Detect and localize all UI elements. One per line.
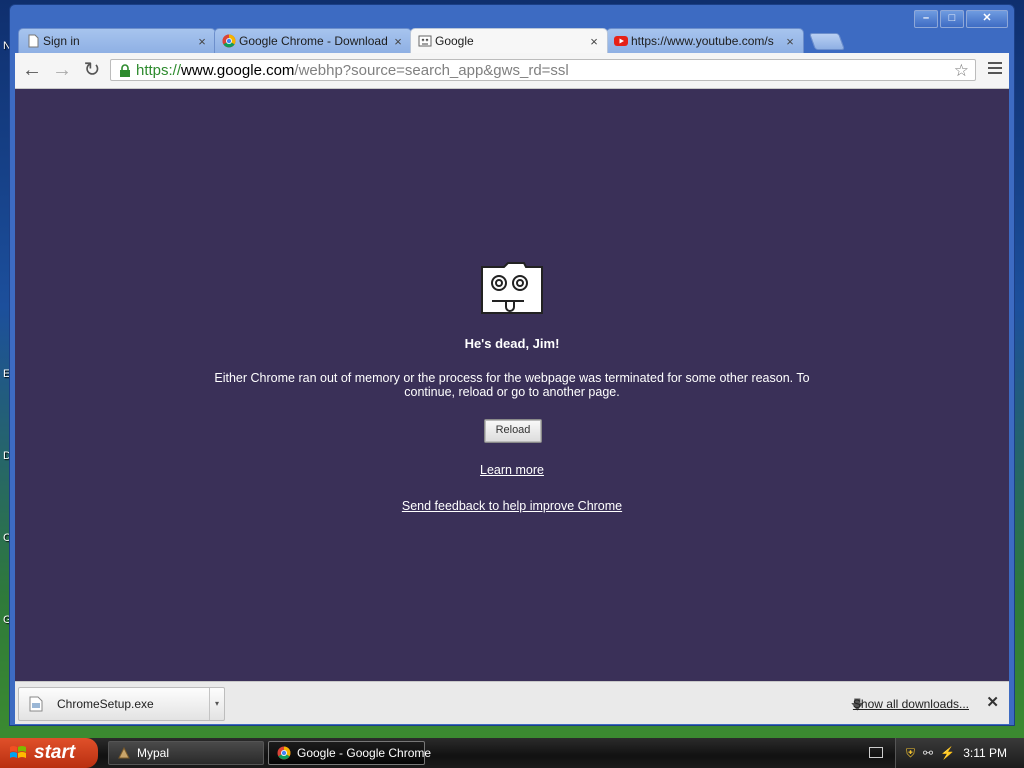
security-shield-icon[interactable]: ⛨ xyxy=(906,746,915,761)
start-label: start xyxy=(34,742,76,763)
tab-title: Google Chrome - Download t xyxy=(239,34,391,48)
tab-close-icon[interactable]: × xyxy=(195,34,209,49)
page-icon xyxy=(28,34,39,48)
download-menu-chevron-icon[interactable]: ▾ xyxy=(209,688,224,720)
chrome-menu-icon[interactable] xyxy=(988,62,1002,77)
sad-page-icon xyxy=(418,35,432,47)
taskbar: start Mypal Google - Google Chrome ⛨ ⚯ ⚡… xyxy=(0,738,1024,768)
taskbar-item-label: Google - Google Chrome xyxy=(297,746,432,760)
reload-button[interactable]: Reload xyxy=(484,419,542,443)
back-button[interactable]: ← xyxy=(20,59,44,81)
download-file-name: ChromeSetup.exe xyxy=(57,697,154,711)
keyboard-icon[interactable] xyxy=(869,747,883,758)
chrome-window: – □ ✕ Sign in × Google Chrome - Download… xyxy=(9,4,1015,726)
crash-page: He's dead, Jim! Either Chrome ran out of… xyxy=(15,89,1009,681)
start-button[interactable]: start xyxy=(0,738,98,768)
tab-close-icon[interactable]: × xyxy=(783,34,797,49)
maximize-button[interactable]: □ xyxy=(940,10,964,28)
downloads-shelf: ChromeSetup.exe ▾ 🡇 Show all downloads..… xyxy=(15,681,1009,724)
chrome-icon xyxy=(222,34,236,48)
tab-close-icon[interactable]: × xyxy=(587,34,601,49)
learn-more-link-text[interactable]: Learn more xyxy=(480,463,544,477)
close-downloads-shelf-icon[interactable]: ✕ xyxy=(986,693,999,711)
chrome-icon xyxy=(277,746,291,760)
tab-sign-in[interactable]: Sign in × xyxy=(18,28,216,53)
url-text[interactable]: https://www.google.com/webhp?source=sear… xyxy=(136,61,569,81)
minimize-button[interactable]: – xyxy=(914,10,938,28)
system-tray: ⛨ ⚯ ⚡ 3:11 PM xyxy=(895,738,1024,768)
forward-button[interactable]: → xyxy=(50,59,74,81)
crash-title: He's dead, Jim! xyxy=(464,336,560,351)
taskbar-item-mypal[interactable]: Mypal xyxy=(108,741,264,765)
taskbar-item-label: Mypal xyxy=(137,746,170,760)
feedback-link-text[interactable]: Send feedback to help improve Chrome xyxy=(402,499,622,513)
browser-toolbar: ← → ↻ https://www.google.com/webhp?sourc… xyxy=(15,53,1009,89)
clock: 3:11 PM xyxy=(963,746,1007,760)
power-icon[interactable]: ⚡ xyxy=(940,746,955,760)
url-path: /webhp?source=search_app&gws_rd=ssl xyxy=(294,62,569,79)
reload-icon[interactable]: ↻ xyxy=(80,59,104,81)
feedback-link: Send feedback to help improve Chrome xyxy=(15,499,1009,513)
learn-more-link: Learn more xyxy=(15,463,1009,477)
tab-title: Sign in xyxy=(43,34,80,48)
url-scheme: https:// xyxy=(136,62,182,79)
url-host: www.google.com xyxy=(181,62,295,79)
show-all-downloads-link[interactable]: Show all downloads... xyxy=(853,697,969,711)
download-item[interactable]: ChromeSetup.exe ▾ xyxy=(18,687,225,721)
tab-strip: Sign in × Google Chrome - Download t × G… xyxy=(18,28,848,53)
mypal-icon xyxy=(118,746,130,759)
address-bar[interactable]: https://www.google.com/webhp?source=sear… xyxy=(110,59,976,81)
network-icon[interactable]: ⚯ xyxy=(923,746,933,760)
windows-flag-icon xyxy=(10,746,26,758)
taskbar-item-chrome[interactable]: Google - Google Chrome xyxy=(268,741,431,765)
tab-google[interactable]: Google × xyxy=(410,28,608,53)
tab-title: https://www.youtube.com/s xyxy=(631,34,774,48)
youtube-icon xyxy=(614,36,628,46)
window-controls: – □ ✕ xyxy=(914,10,1008,28)
sad-tab-icon xyxy=(481,262,543,314)
tab-youtube[interactable]: https://www.youtube.com/s × xyxy=(606,28,804,53)
lock-icon xyxy=(120,64,130,77)
new-tab-button[interactable] xyxy=(808,33,846,50)
bookmark-star-icon[interactable]: ☆ xyxy=(954,61,969,81)
exe-file-icon xyxy=(29,696,43,712)
close-window-button[interactable]: ✕ xyxy=(966,10,1008,28)
tab-chrome-download[interactable]: Google Chrome - Download t × xyxy=(214,28,412,53)
tab-title: Google xyxy=(435,34,474,48)
crash-message: Either Chrome ran out of memory or the p… xyxy=(214,371,810,399)
tab-close-icon[interactable]: × xyxy=(391,34,405,49)
